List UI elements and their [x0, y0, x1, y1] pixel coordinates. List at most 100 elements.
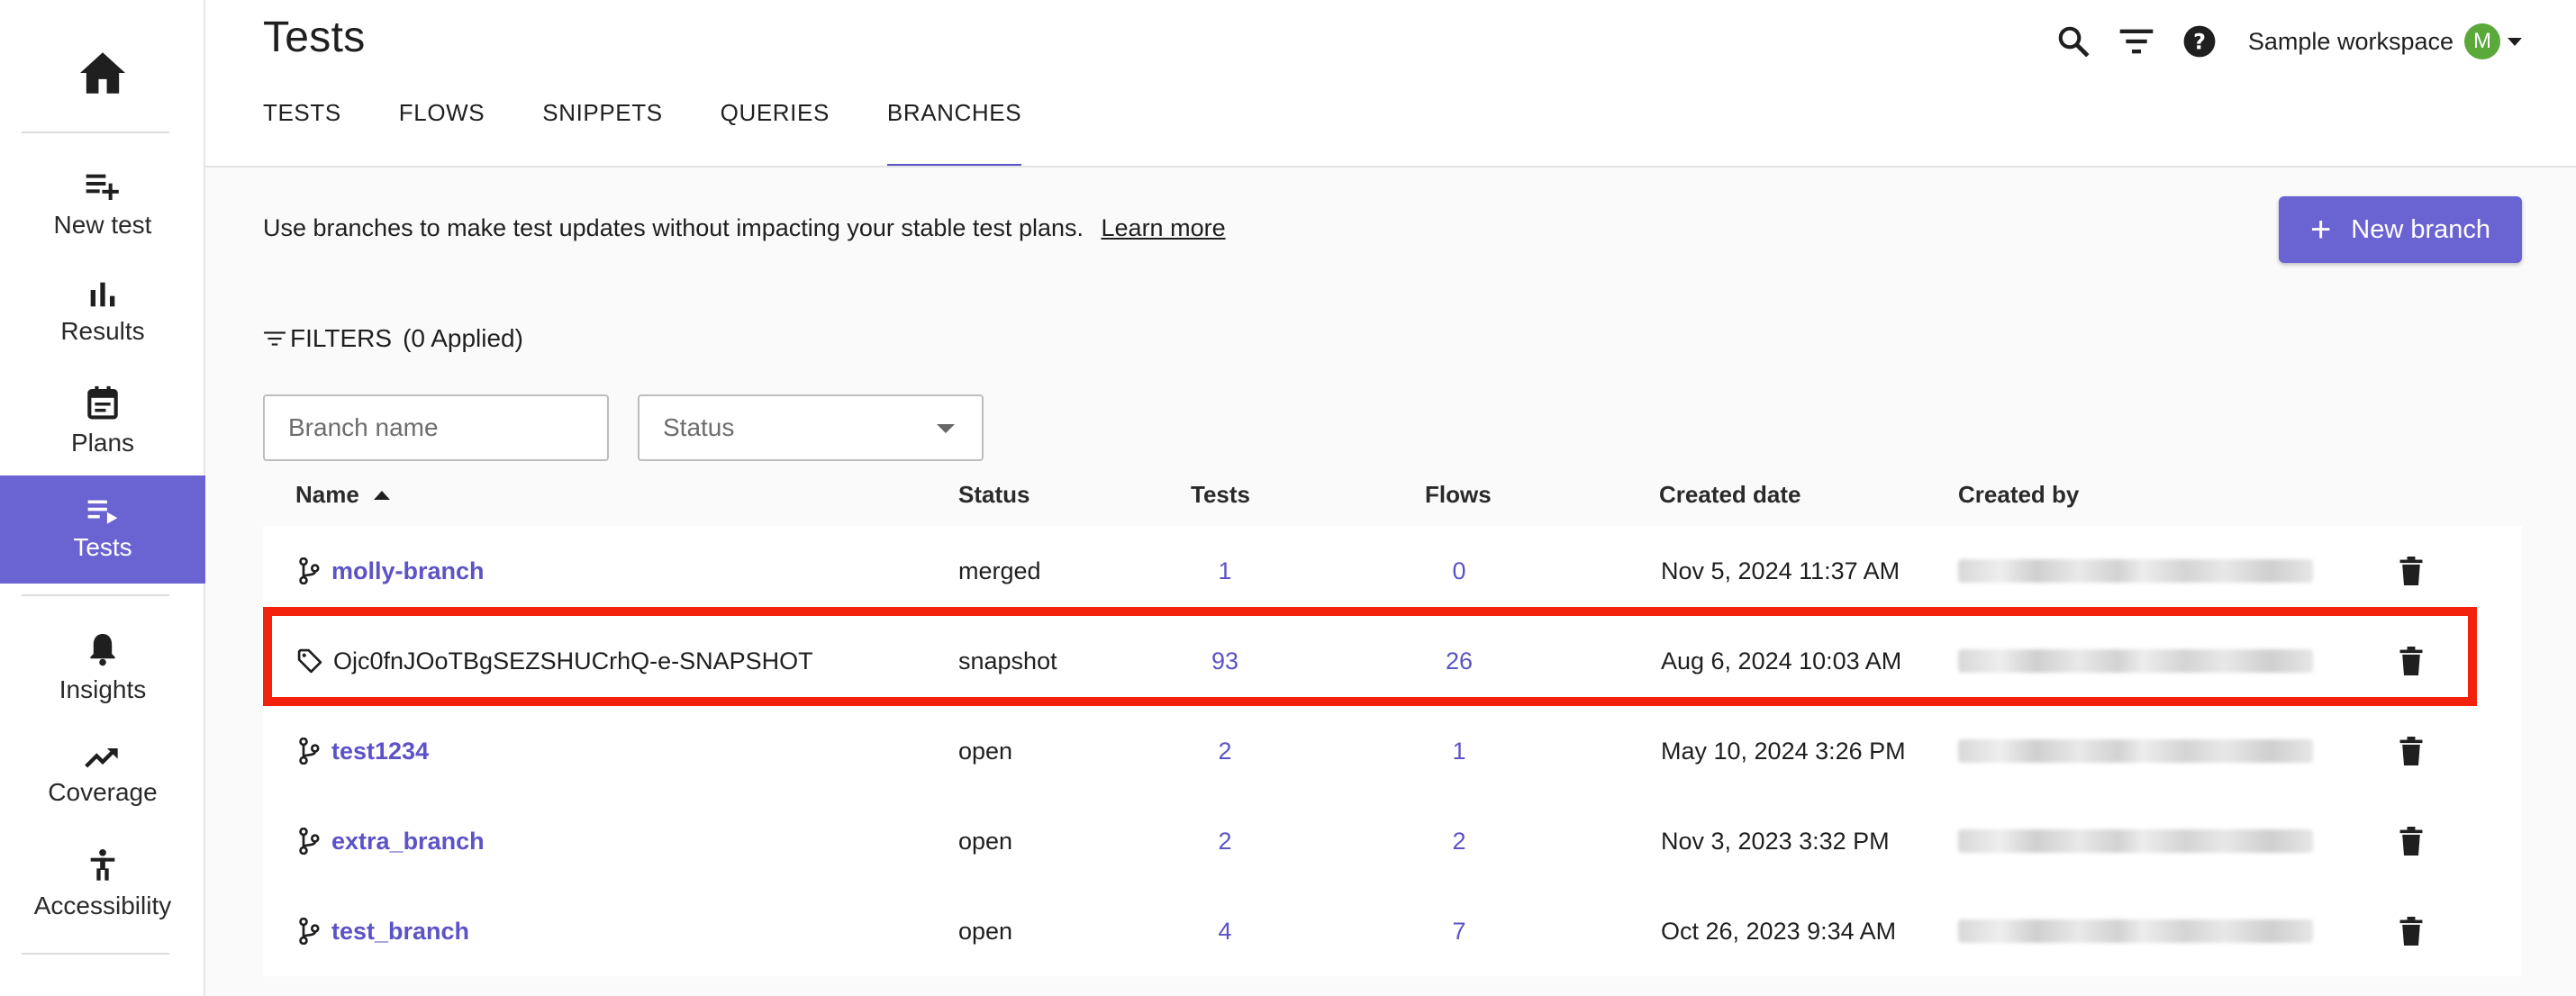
table-row[interactable]: test_branch open 4 7 Oct 26, 2023 9:34 A…: [263, 886, 2522, 976]
sidebar-item-label: Plans: [70, 429, 135, 457]
created-date-cell: Aug 6, 2024 10:03 AM: [1661, 647, 1902, 675]
created-by-cell: [1958, 526, 2313, 616]
flows-count-link[interactable]: 2: [1432, 796, 1486, 886]
delete-icon[interactable]: [2399, 526, 2423, 616]
sidebar-item-new-test[interactable]: New test: [0, 151, 205, 259]
filters-toggle[interactable]: FILTERS (0 Applied): [263, 324, 523, 353]
branch-name-cell: test1234: [297, 706, 429, 796]
tests-count-link[interactable]: 2: [1198, 706, 1252, 796]
delete-icon[interactable]: [2399, 616, 2423, 706]
branch-name-cell: Ojc0fnJOoTBgSEZSHUCrhQ-e-SNAPSHOT: [297, 616, 813, 706]
help-icon[interactable]: ?: [2178, 20, 2221, 63]
header-divider: [205, 166, 2576, 168]
tests-count-link[interactable]: 4: [1198, 886, 1252, 976]
sidebar-item-tests[interactable]: Tests: [0, 475, 205, 584]
flows-count-link[interactable]: 7: [1432, 886, 1486, 976]
search-icon[interactable]: [2052, 20, 2095, 63]
created-by-cell: [1958, 616, 2313, 706]
branch-link[interactable]: extra_branch: [331, 828, 485, 856]
bar-chart-icon: [90, 282, 115, 307]
redacted-user: [1958, 919, 2313, 943]
status-cell: merged: [958, 557, 1041, 584]
sidebar-item-label: New test: [53, 211, 152, 239]
svg-text:?: ?: [2193, 30, 2206, 55]
plus-icon: +: [2309, 210, 2332, 249]
redacted-user: [1958, 829, 2313, 853]
sidebar-item-label: Insights: [59, 675, 147, 703]
column-header-created-by[interactable]: Created by: [1958, 481, 2079, 509]
sidebar-item-label: Tests: [73, 533, 132, 561]
column-header-flows[interactable]: Flows: [1425, 481, 1492, 509]
status-select[interactable]: Status: [638, 394, 984, 461]
new-branch-label: New branch: [2351, 214, 2491, 244]
filters-applied-count: (0 Applied): [403, 324, 523, 352]
sidebar-item-plans[interactable]: Plans: [0, 367, 205, 475]
flows-count-link[interactable]: 26: [1432, 616, 1486, 706]
branch-icon: [297, 557, 321, 584]
tests-count-link[interactable]: 2: [1198, 796, 1252, 886]
branch-icon: [297, 738, 321, 765]
sidebar-divider: [22, 594, 169, 596]
tab-flows[interactable]: FLOWS: [399, 99, 485, 168]
branch-name-cell: test_branch: [297, 886, 469, 976]
created-date-cell: May 10, 2024 3:26 PM: [1661, 737, 1906, 765]
delete-icon[interactable]: [2399, 886, 2423, 976]
sidebar-item-label: Accessibility: [33, 892, 172, 919]
header-actions: ? Sample workspace M: [2052, 20, 2522, 63]
tab-snippets[interactable]: SNIPPETS: [542, 99, 662, 168]
delete-icon[interactable]: [2399, 706, 2423, 796]
tag-icon: [297, 648, 322, 674]
created-by-cell: [1958, 796, 2313, 886]
delete-icon[interactable]: [2399, 796, 2423, 886]
page-title: Tests: [263, 14, 366, 61]
column-header-created-date[interactable]: Created date: [1659, 481, 1801, 509]
table-row[interactable]: molly-branch merged 1 0 Nov 5, 2024 11:3…: [263, 526, 2522, 616]
branch-link[interactable]: test1234: [331, 738, 429, 765]
home-icon[interactable]: [0, 41, 205, 104]
dropdown-arrow-icon: [937, 424, 955, 433]
status-placeholder: Status: [663, 413, 735, 441]
tests-count-link[interactable]: 93: [1198, 616, 1252, 706]
accessibility-icon: [90, 849, 115, 881]
column-header-label: Name: [295, 481, 359, 508]
tab-tests[interactable]: TESTS: [263, 99, 341, 168]
sidebar-item-coverage[interactable]: Coverage: [0, 722, 205, 830]
table-row[interactable]: test1234 open 2 1 May 10, 2024 3:26 PM: [263, 706, 2522, 796]
filter-icon[interactable]: [2115, 20, 2158, 63]
sidebar: New test Results Plans Tests Insights Co…: [0, 0, 205, 996]
avatar: M: [2464, 23, 2500, 59]
sidebar-item-insights[interactable]: Insights: [0, 614, 205, 722]
flows-count-link[interactable]: 1: [1432, 706, 1486, 796]
filter-icon: [264, 331, 286, 346]
tab-queries[interactable]: QUERIES: [721, 99, 830, 168]
redacted-user: [1958, 559, 2313, 583]
tab-branches[interactable]: BRANCHES: [886, 99, 1022, 168]
created-date-cell: Nov 5, 2024 11:37 AM: [1661, 557, 1900, 584]
table-row[interactable]: extra_branch open 2 2 Nov 3, 2023 3:32 P…: [263, 796, 2522, 886]
info-text: Use branches to make test updates withou…: [263, 214, 1084, 241]
filters-label: FILTERS: [290, 324, 393, 352]
column-header-name[interactable]: Name: [295, 481, 390, 509]
tests-count-link[interactable]: 1: [1198, 526, 1252, 616]
sidebar-item-results[interactable]: Results: [0, 259, 205, 367]
branch-icon: [297, 918, 321, 945]
column-header-tests[interactable]: Tests: [1191, 481, 1250, 509]
status-cell: open: [958, 737, 1013, 765]
status-cell: open: [958, 917, 1013, 945]
flows-count-link[interactable]: 0: [1432, 526, 1486, 616]
branch-link[interactable]: molly-branch: [331, 557, 485, 585]
status-cell: open: [958, 827, 1013, 855]
branch-name-input[interactable]: Branch name: [263, 394, 609, 461]
created-by-cell: [1958, 886, 2313, 976]
learn-more-link[interactable]: Learn more: [1102, 214, 1226, 241]
branch-link[interactable]: test_branch: [331, 918, 469, 946]
sidebar-item-accessibility[interactable]: Accessibility: [0, 830, 205, 938]
column-header-status[interactable]: Status: [958, 481, 1029, 509]
table-row[interactable]: Ojc0fnJOoTBgSEZSHUCrhQ-e-SNAPSHOT snapsh…: [263, 616, 2522, 706]
workspace-menu[interactable]: Sample workspace M: [2248, 23, 2522, 59]
created-date-cell: Oct 26, 2023 9:34 AM: [1661, 917, 1897, 945]
trending-up-icon: [85, 748, 118, 768]
sidebar-item-label: Coverage: [48, 778, 158, 806]
new-branch-button[interactable]: + New branch: [2279, 196, 2522, 263]
sidebar-item-label: Results: [60, 317, 145, 345]
